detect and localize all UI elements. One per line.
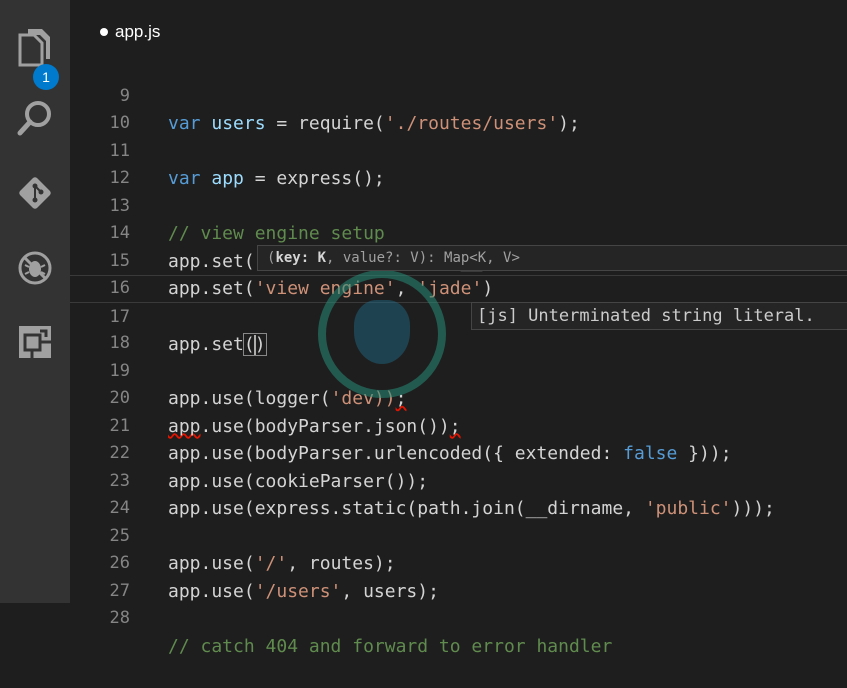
code-line: 27 bbox=[70, 550, 847, 601]
unsaved-dot-icon bbox=[100, 28, 108, 36]
editor-tab[interactable]: app.js bbox=[100, 20, 160, 44]
editor[interactable]: app.js 9 var users = require('./routes/u… bbox=[70, 0, 847, 657]
code-line: 26 app.use('/users', users); bbox=[70, 523, 847, 602]
activity-extensions[interactable] bbox=[0, 314, 70, 370]
code-line: 28 // catch 404 and forward to error han… bbox=[70, 578, 847, 657]
code-line: 20 app.use(bodyParser.json()); bbox=[70, 358, 847, 437]
code-line: 19 app.use(logger('dev)); bbox=[70, 330, 847, 410]
parameter-hint-popup: (key: K, value?: V): Map<K, V> bbox=[257, 245, 847, 271]
debug-icon bbox=[18, 251, 52, 285]
activity-git[interactable] bbox=[0, 165, 70, 221]
explorer-badge: 1 bbox=[33, 64, 59, 90]
activity-debug[interactable] bbox=[0, 240, 70, 296]
code-line: 13 // view engine setup bbox=[70, 165, 847, 245]
code-line: 12 bbox=[70, 138, 847, 188]
tab-title: app.js bbox=[115, 22, 161, 41]
code-line: 10 bbox=[70, 83, 847, 133]
code-lines[interactable]: 9 var users = require('./routes/users');… bbox=[70, 55, 847, 657]
current-line: 17 app.set() bbox=[70, 275, 847, 356]
code-line: 14 app.set('views', path.join(__dirnams,… bbox=[70, 193, 847, 272]
comment: // catch 404 and forward to error handle… bbox=[168, 635, 613, 657]
search-icon bbox=[17, 101, 51, 136]
code-line: 23 app.use(express.static(path.join(__di… bbox=[70, 440, 847, 520]
code-line: 11 var app = express(); bbox=[70, 110, 847, 190]
code-line: 25 app.use('/', routes); bbox=[70, 495, 847, 575]
active-parameter: key: K bbox=[275, 250, 327, 266]
code-line: 21 app.use(bodyParser.urlencoded({ exten… bbox=[70, 385, 847, 465]
activity-bar: 1 bbox=[0, 0, 70, 603]
error-tooltip: [js] Unterminated string literal. bbox=[471, 302, 847, 330]
code-line: 24 bbox=[70, 468, 847, 518]
code-line: 15 app.set('view engine', 'jade') bbox=[70, 220, 847, 300]
activity-explorer[interactable]: 1 bbox=[0, 19, 70, 90]
git-icon bbox=[19, 177, 51, 209]
activity-search[interactable] bbox=[0, 90, 70, 146]
line-number: 28 bbox=[109, 608, 130, 628]
code-line: 22 app.use(cookieParser()); bbox=[70, 413, 847, 492]
files-icon bbox=[18, 29, 50, 67]
extensions-icon bbox=[19, 326, 51, 358]
code-line: 9 var users = require('./routes/users'); bbox=[70, 55, 847, 135]
